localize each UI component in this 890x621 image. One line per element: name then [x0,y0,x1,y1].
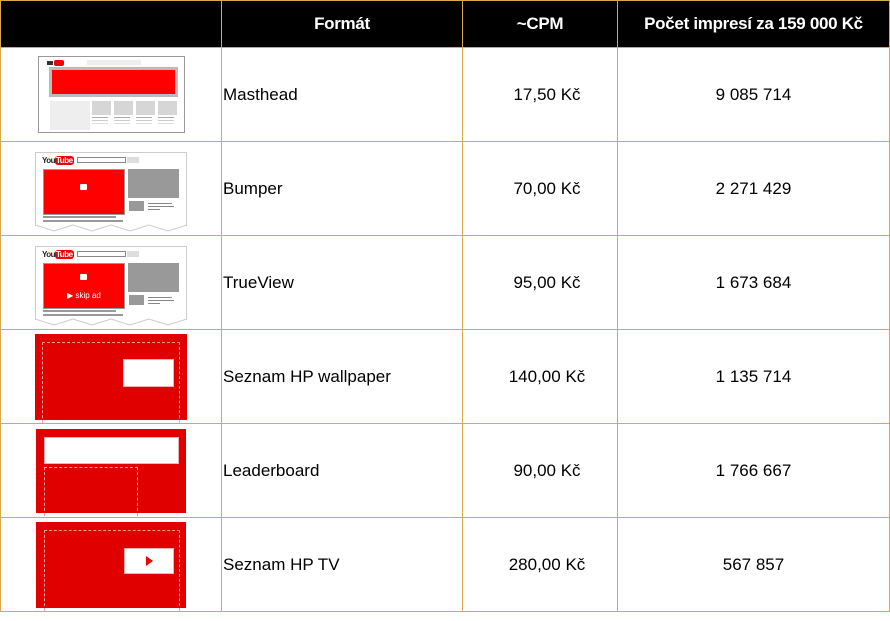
preview-cell: YouTube ▶ skip ad [0,235,222,330]
side-ad-placeholder [128,262,179,292]
cpm-cell: 95,00 Kč [462,235,618,330]
text-line [43,215,116,218]
format-cell: Seznam HP wallpaper [221,329,463,424]
search-box-icon [77,156,126,163]
preview-cell [0,517,222,612]
video-tile [157,101,177,115]
logo-you: You [42,155,56,165]
content-area-outline [44,466,138,516]
logo-you: You [42,249,56,259]
torn-edge-icon [35,223,187,232]
text-line [43,219,123,222]
preview-cell: YouTube [0,141,222,236]
text-line [148,205,174,207]
logo-tube: Tube [55,155,74,165]
preview-cell [0,423,222,518]
format-cell: Leaderboard [221,423,463,518]
ad-box [123,358,174,387]
header-row: Formát ~CPM Počet impresí za 159 000 Kč [0,0,890,48]
video-tile [135,101,155,115]
format-cell: TrueView [221,235,463,330]
caption-lines [113,117,130,118]
youtube-masthead-preview [37,56,185,133]
impressions-cell: 2 271 429 [617,141,890,236]
text-line [148,296,172,298]
table-row: YouTube ▶ skip ad TrueView 95,00 Kč 1 67… [0,235,890,330]
youtube-logo-icon: YouTube [42,249,74,259]
search-button-icon [127,250,139,257]
camera-icon [80,273,87,280]
video-player: ▶ skip ad [43,262,125,309]
cpm-cell: 70,00 Kč [462,141,618,236]
search-box-icon [77,250,126,257]
seznam-tv-preview [36,521,186,611]
impressions-cell: 1 673 684 [617,235,890,330]
cpm-cell: 17,50 Kč [462,47,618,142]
impressions-cell: 1 135 714 [617,329,890,424]
leaderboard-preview [36,428,186,516]
cpm-value: 140,00 Kč [508,366,586,386]
header-format: Formát [221,0,463,48]
format-cell: Bumper [221,141,463,236]
text-line [148,202,172,204]
header-cpm: ~CPM [462,0,618,48]
video-ad-box [124,547,174,574]
masthead-banner [48,67,178,97]
impressions-cell: 9 085 714 [617,47,890,142]
table-row: Masthead 17,50 Kč 9 085 714 [0,47,890,142]
format-cell: Seznam HP TV [221,517,463,612]
search-bar-icon [86,60,141,65]
youtube-logo-icon [46,60,65,66]
video-player [43,168,125,215]
video-tile [113,101,133,115]
text-line [148,208,160,210]
seznam-wallpaper-preview [35,333,187,423]
cpm-value: 17,50 Kč [513,84,581,104]
table-row: Leaderboard 90,00 Kč 1 766 667 [0,423,890,518]
caption-lines [91,117,108,118]
youtube-bumper-preview: YouTube [35,151,187,232]
search-button-icon [127,156,139,163]
skip-ad-label: ▶ skip ad [67,290,101,300]
text-line [43,309,116,312]
table-row: Seznam HP wallpaper 140,00 Kč 1 135 714 [0,329,890,424]
table-row: Seznam HP TV 280,00 Kč 567 857 [0,517,890,612]
camera-icon [80,183,87,190]
cpm-value: 90,00 Kč [513,460,581,480]
format-cell: Masthead [221,47,463,142]
logo-tube: Tube [55,249,74,259]
text-line [43,313,123,316]
youtube-logo-icon: YouTube [42,155,74,165]
thumbnail-placeholder [129,200,144,211]
header-preview [0,0,222,48]
pricing-table: Formát ~CPM Počet impresí za 159 000 Kč [0,0,890,612]
play-icon [146,555,153,566]
cpm-cell: 140,00 Kč [462,329,618,424]
header-impressions: Počet impresí za 159 000 Kč [617,0,890,48]
cpm-value: 95,00 Kč [513,272,581,292]
cpm-value: 70,00 Kč [513,178,581,198]
thumbnail-placeholder [129,294,144,305]
caption-lines [135,117,152,118]
preview-cell [0,329,222,424]
leaderboard-banner [44,436,179,464]
cpm-cell: 90,00 Kč [462,423,618,518]
text-line [148,299,174,301]
caption-lines [157,117,174,118]
impressions-cell: 567 857 [617,517,890,612]
video-tile [91,101,111,115]
torn-edge-icon [35,317,187,326]
table-row: YouTube Bumper 70,00 Kč 2 271 429 [0,141,890,236]
impressions-cell: 1 766 667 [617,423,890,518]
side-ad-placeholder [128,168,179,198]
sidebar-placeholder [49,101,90,130]
text-line [148,302,160,304]
preview-cell [0,47,222,142]
youtube-trueview-preview: YouTube ▶ skip ad [35,245,187,326]
cpm-cell: 280,00 Kč [462,517,618,612]
cpm-value: 280,00 Kč [508,554,586,574]
